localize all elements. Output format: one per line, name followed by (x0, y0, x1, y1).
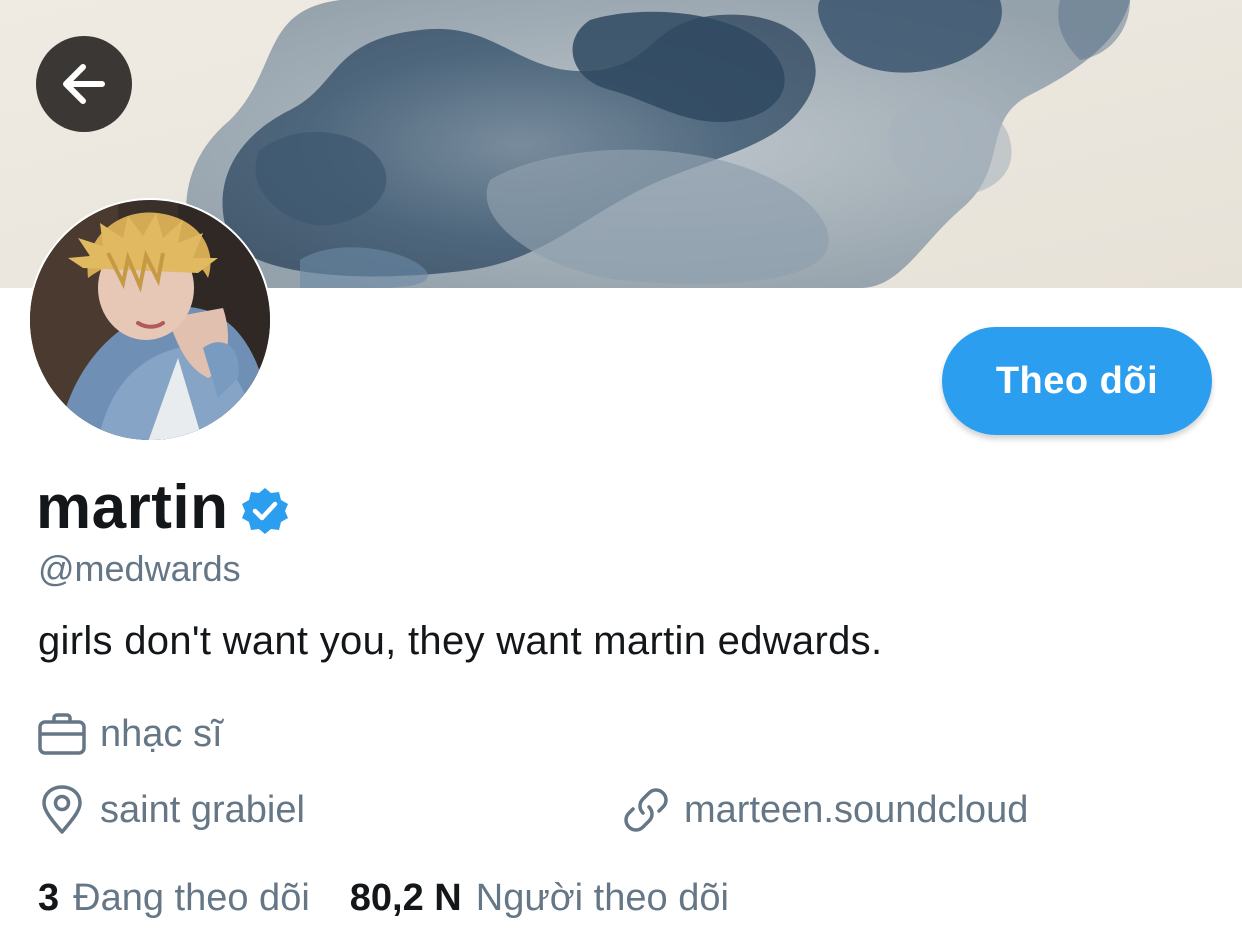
verified-badge-icon (242, 488, 289, 534)
avatar[interactable] (28, 198, 272, 442)
followers-count: 80,2 N (349, 877, 462, 919)
stats-row: 3 Đang theo dõi 80,2 N Người theo dõi (38, 874, 729, 922)
back-button[interactable] (36, 36, 132, 132)
website-link-text[interactable]: marteen.soundcloud (684, 789, 1028, 832)
followers-stat[interactable]: 80,2 N Người theo dõi (350, 874, 729, 922)
job-row: nhạc sĩ (36, 708, 223, 760)
following-label: Đang theo dõi (73, 877, 310, 919)
display-name-row: martin (36, 472, 290, 544)
link-icon (620, 784, 672, 836)
bio-text: girls don't want you, they want martin e… (38, 619, 883, 663)
follow-button[interactable]: Theo dõi (942, 327, 1212, 435)
job-text: nhạc sĩ (100, 712, 223, 755)
briefcase-icon (36, 708, 88, 760)
following-count: 3 (38, 877, 60, 919)
website-link[interactable]: marteen.soundcloud (620, 784, 1028, 836)
arrow-left-icon (63, 64, 105, 104)
user-handle: @medwards (38, 548, 241, 589)
map-pin-icon (36, 784, 88, 836)
following-stat[interactable]: 3 Đang theo dõi (38, 874, 310, 922)
display-name: martin (36, 473, 229, 542)
location-text: saint grabiel (100, 788, 305, 831)
location-row: saint grabiel (36, 784, 305, 836)
avatar-image (28, 198, 272, 442)
followers-label: Người theo dõi (475, 877, 729, 919)
